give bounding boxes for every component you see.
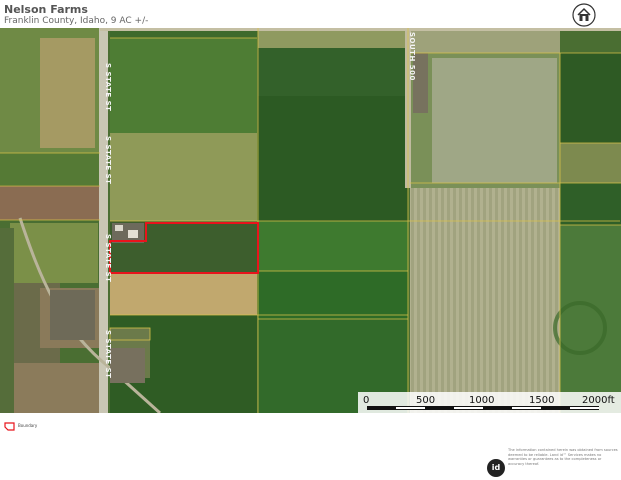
road-label-south-500: SOUTH 500 [408,32,416,81]
scale-tick-label: 1500 [529,395,554,406]
road-label-s-state-st: S STATE ST [104,136,112,184]
road-label-s-state-st: S STATE ST [104,63,112,111]
map-title: Nelson Farms [4,3,88,16]
road-label-s-state-st: S STATE ST [104,234,112,282]
aerial-map[interactable]: S STATE ST S STATE ST S STATE ST S STATE… [0,28,621,413]
road-label-s-state-st: S STATE ST [104,330,112,378]
scale-tick-label: 0 [363,395,369,406]
scale-tick-label: 1000 [469,395,494,406]
disclaimer-text: The information contained herein was obt… [508,448,618,466]
map-subtitle: Franklin County, Idaho, 9 AC +/- [4,16,149,26]
land-id-badge-icon: id [487,459,505,477]
map-legend: Boundary [4,421,124,433]
boundary-legend-icon [4,422,15,431]
legend-label: Boundary [18,423,38,428]
scale-tick-label: 500 [416,395,435,406]
scale-tick-label: 2000ft [582,395,615,406]
land-id-logo-icon [572,3,596,27]
scale-bar: 0 500 1000 1500 2000ft [358,392,621,413]
